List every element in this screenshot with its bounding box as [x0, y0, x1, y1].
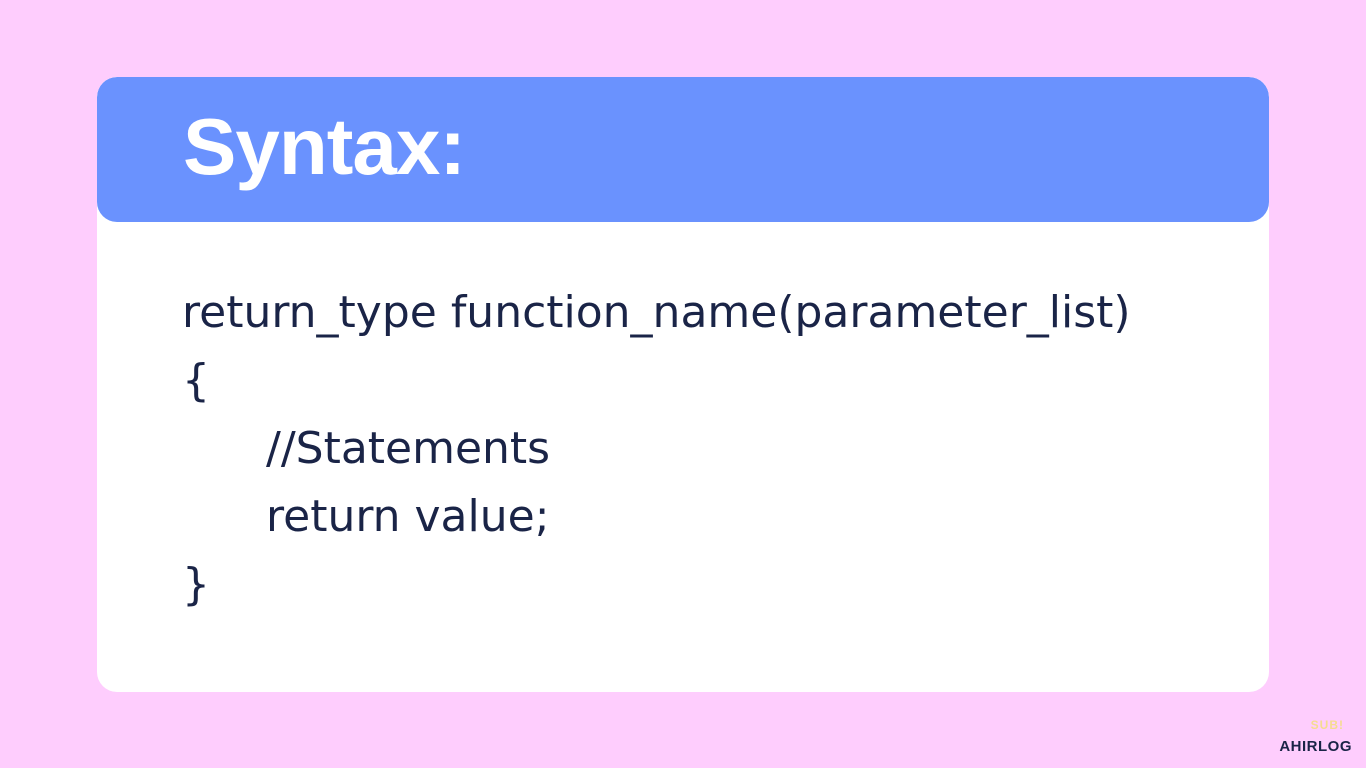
- code-line-signature: return_type function_name(parameter_list…: [182, 287, 1131, 338]
- code-line-comment: //Statements: [266, 423, 551, 474]
- channel-watermark: SUB! AHIRLOG: [1279, 718, 1352, 756]
- subscribe-mark: SUB!: [1310, 718, 1344, 732]
- brand-logo-text: AHIRLOG: [1279, 738, 1352, 755]
- slide-title: Syntax:: [183, 102, 466, 191]
- card-header: Syntax:: [97, 77, 1269, 222]
- code-line-return: return value;: [266, 491, 550, 542]
- syntax-card: Syntax: return_type function_name(parame…: [97, 77, 1269, 692]
- code-line-open-brace: {: [182, 355, 210, 406]
- code-line-close-brace: }: [182, 559, 210, 610]
- code-block: return_type function_name(parameter_list…: [182, 279, 1131, 619]
